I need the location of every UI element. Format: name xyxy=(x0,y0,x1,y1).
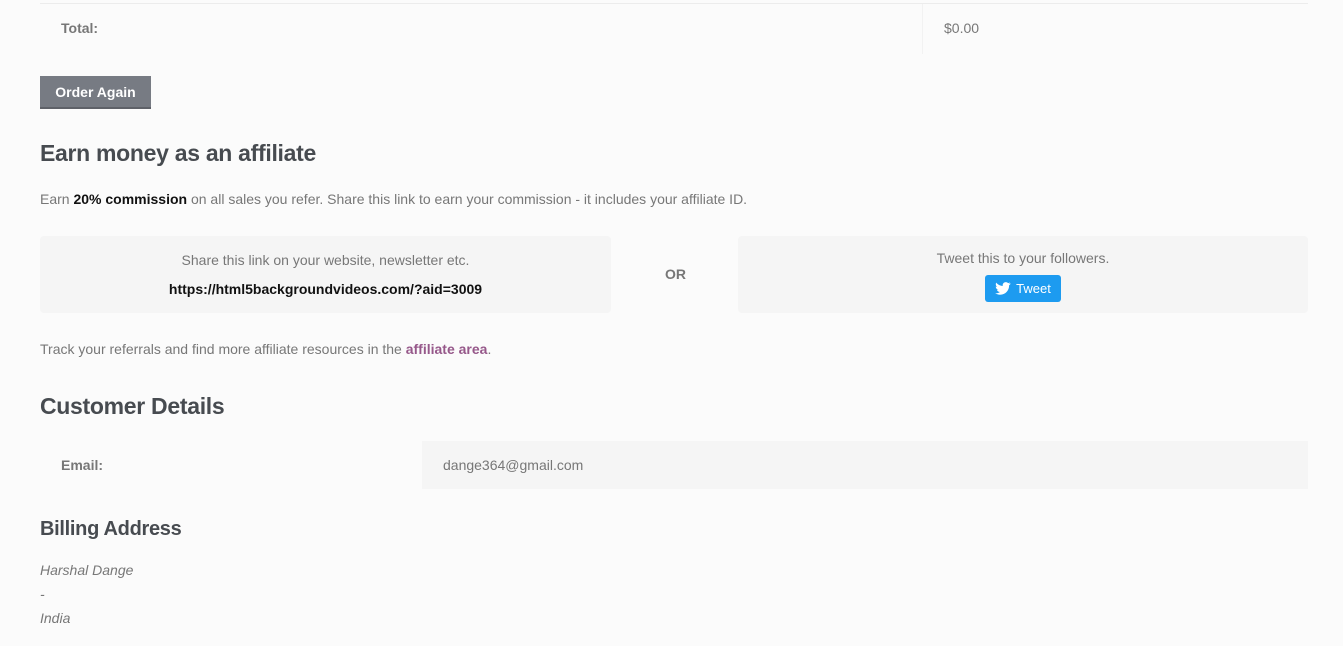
affiliate-intro-prefix: Earn xyxy=(40,191,74,207)
track-prefix: Track your referrals and find more affil… xyxy=(40,341,406,357)
customer-details-heading: Customer Details xyxy=(40,393,225,419)
order-details-page: Total: $0.00 Order Again Earn money as a… xyxy=(0,0,1343,646)
tweet-button[interactable]: Tweet xyxy=(985,275,1061,302)
affiliate-commission-rate: 20% commission xyxy=(73,191,188,207)
affiliate-track-text: Track your referrals and find more affil… xyxy=(40,341,491,357)
share-link-caption: Share this link on your website, newslet… xyxy=(181,252,470,268)
affiliate-heading: Earn money as an affiliate xyxy=(40,140,316,166)
tweet-panel: Tweet this to your followers. Tweet xyxy=(738,236,1308,313)
or-separator: OR xyxy=(665,266,686,282)
affiliate-intro: Earn 20% commission on all sales you ref… xyxy=(40,191,747,207)
billing-name: Harshal Dange xyxy=(40,562,134,578)
track-suffix: . xyxy=(487,341,492,357)
billing-line-separator: - xyxy=(40,586,45,602)
twitter-bird-icon xyxy=(995,282,1011,295)
tweet-caption: Tweet this to your followers. xyxy=(936,250,1110,266)
total-divider xyxy=(922,4,923,54)
share-link-panel: Share this link on your website, newslet… xyxy=(40,236,611,313)
affiliate-link[interactable]: https://html5backgroundvideos.com/?aid=3… xyxy=(40,281,611,297)
affiliate-area-link[interactable]: affiliate area xyxy=(406,341,488,357)
billing-country: India xyxy=(40,610,71,626)
affiliate-intro-suffix: on all sales you refer. Share this link … xyxy=(187,191,748,207)
total-label: Total: xyxy=(61,20,99,36)
email-cell: dange364@gmail.com xyxy=(422,441,1308,489)
order-total-row: Total: $0.00 xyxy=(40,3,1308,54)
email-label: Email: xyxy=(61,457,104,473)
email-value: dange364@gmail.com xyxy=(443,457,584,473)
tweet-button-label: Tweet xyxy=(1016,281,1051,296)
customer-email-row: Email: dange364@gmail.com xyxy=(40,441,1308,489)
total-value: $0.00 xyxy=(944,20,980,36)
order-again-button[interactable]: Order Again xyxy=(40,76,151,109)
billing-address-heading: Billing Address xyxy=(40,518,182,540)
